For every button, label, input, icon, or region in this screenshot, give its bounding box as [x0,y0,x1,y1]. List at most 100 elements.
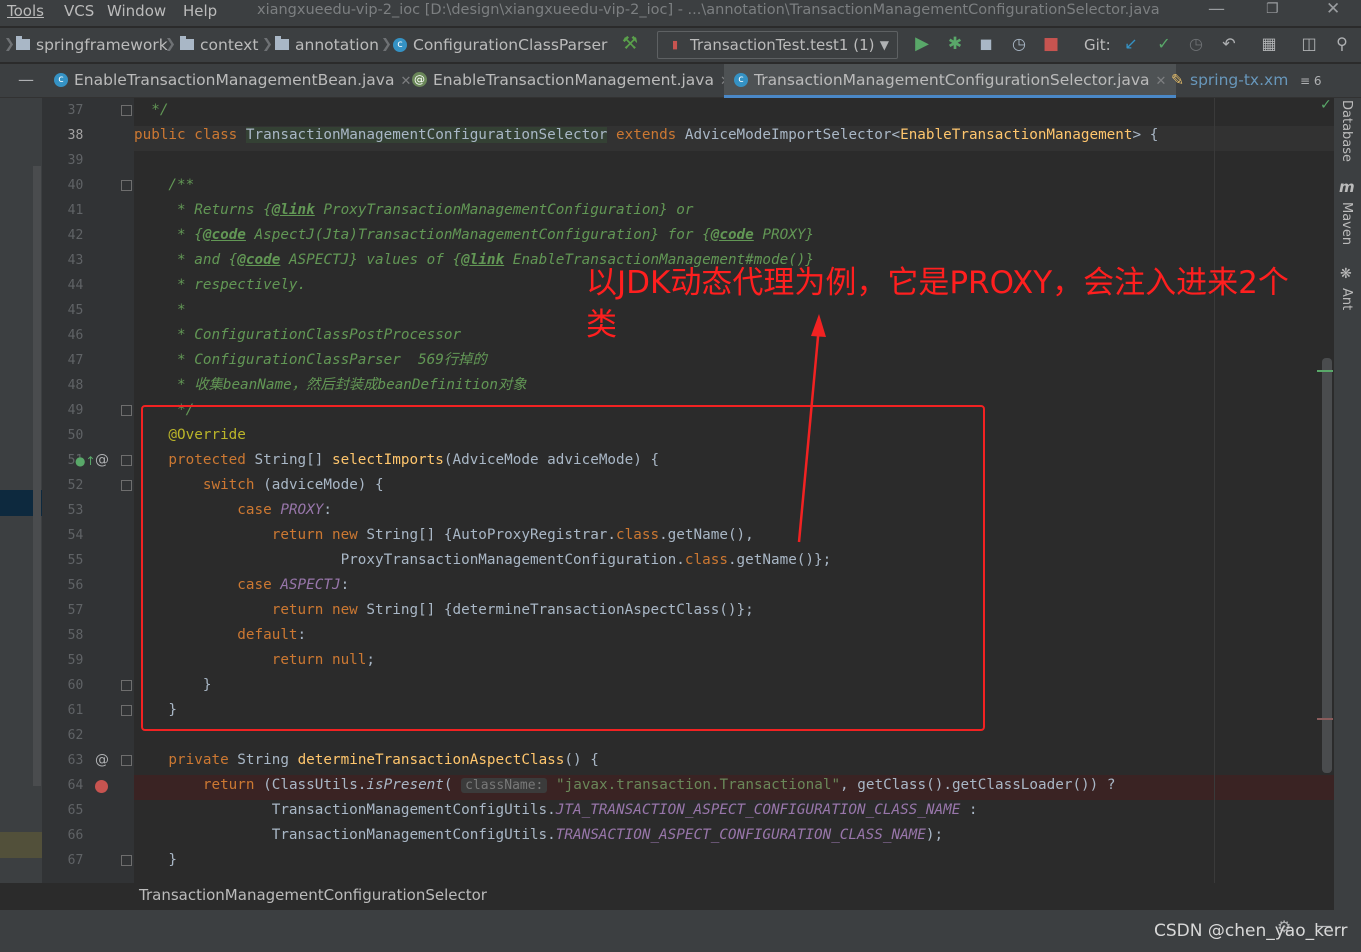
code-line-41: * Returns {@link ProxyTransactionManagem… [134,202,694,218]
coverage-icon[interactable]: ◼ [976,34,996,54]
line-number: 53 [67,503,84,518]
breadcrumb-springframework[interactable]: springframework [16,28,168,62]
class-icon: c [734,72,748,87]
line-number: 44 [67,278,84,293]
run-config-icon: ▮ [672,38,679,51]
close-tab-icon[interactable]: ✕ [1156,74,1167,89]
code-line-66: TransactionManagementConfigUtils.TRANSAC… [134,827,944,843]
tab-overflow-button[interactable]: ≡ 6 [1300,64,1322,98]
line-number: 66 [67,828,84,843]
stop-icon[interactable]: ■ [1041,34,1061,54]
scroll-marker [1317,718,1333,720]
line-number: 40 [67,178,84,193]
tab-transactionmanagementconfigurationselector[interactable]: c TransactionManagementConfigurationSelec… [724,64,1177,98]
navigation-bar: ❯ springframework ❯ context ❯ annotation… [0,28,1361,62]
menu-help[interactable]: Help [183,0,217,22]
git-update-icon[interactable]: ↙ [1121,34,1141,54]
build-hammer-icon[interactable]: ⚒ [620,34,640,54]
code-line-40: /** [134,177,195,193]
minimize-icon[interactable]: — [1208,0,1225,19]
ide-window: Tools VCS Window Help xiangxueedu-vip-2_… [0,0,1361,952]
git-label: Git: [1084,36,1111,54]
close-tab-icon[interactable]: ✕ [400,74,411,89]
code-line-37: */ [134,102,169,118]
line-number: 48 [67,378,84,393]
line-number: 46 [67,328,84,343]
line-number: 39 [67,153,84,168]
database-panel-button[interactable]: Database [1339,100,1354,162]
git-rollback-icon[interactable]: ↶ [1219,34,1239,54]
project-structure-icon[interactable]: ▦ [1259,34,1279,54]
line-number: 56 [67,578,84,593]
run-icon[interactable]: ▶ [912,34,932,54]
line-number: 61 [67,703,84,718]
current-class-label[interactable]: TransactionManagementConfigurationSelect… [139,883,487,908]
code-line-64: return (ClassUtils.isPresent( className:… [134,777,1116,793]
breadcrumb-separator-icon: ❯ [165,37,176,52]
menu-bar: Tools VCS Window Help xiangxueedu-vip-2_… [0,0,1361,26]
fold-marker-icon[interactable] [121,680,132,691]
line-number: 65 [67,803,84,818]
code-line-48: * 收集beanName，然后封装成beanDefinition对象 [134,377,527,393]
project-tool-window-strip [0,98,42,883]
code-line-42: * {@code AspectJ(Jta)TransactionManageme… [134,227,815,243]
project-scrollbar[interactable] [33,166,41,786]
code-line-67: } [134,852,178,868]
line-number: 60 [67,678,84,693]
tab-spring-tx-xml[interactable]: ✎ spring-tx.xm [1171,64,1288,98]
fold-marker-icon[interactable] [121,105,132,116]
annotation-marker-icon[interactable]: @ [95,452,109,468]
line-number: 55 [67,553,84,568]
fold-marker-icon[interactable] [121,855,132,866]
profile-icon[interactable]: ◷ [1009,34,1029,54]
fold-marker-icon[interactable] [121,755,132,766]
right-margin-guide [1214,98,1215,883]
editor-tab-bar: — c EnableTransactionManagementBean.java ✕… [0,64,1361,98]
highlight-box [141,405,985,731]
search-icon[interactable]: ⚲ [1332,34,1352,54]
breadcrumb-configurationclassparser[interactable]: c ConfigurationClassParser [393,28,607,62]
close-icon[interactable]: ✕ [1326,0,1340,19]
menu-window[interactable]: Window [107,0,166,22]
run-configuration-select[interactable]: ▮ TransactionTest.test1 (1) ▼ [657,31,898,59]
debug-icon[interactable]: ✱ [945,34,965,54]
tab-enabletransactionmanagement[interactable]: @EnableTransactionManagement.java✕ [412,64,731,98]
line-number: 57 [67,603,84,618]
code-line-63: private String determineTransactionAspec… [134,752,599,768]
tab-enabletransactionmanagementbean[interactable]: c EnableTransactionManagementBean.java ✕ [54,64,411,98]
breadcrumb-annotation[interactable]: annotation [275,28,379,62]
breakpoint-icon[interactable] [95,780,108,793]
maximize-icon[interactable]: ❐ [1266,1,1279,17]
menu-tools[interactable]: Tools [7,0,44,22]
chevron-down-icon: ▼ [879,38,889,52]
folder-icon [16,36,30,50]
highlighted-project-row[interactable] [0,832,42,858]
breadcrumb-context[interactable]: context [180,28,258,62]
fold-marker-icon[interactable] [121,455,132,466]
class-icon: c [393,37,407,52]
fold-marker-icon[interactable] [121,480,132,491]
right-tool-strip: ✓ Database m Maven ❋ Ant [1320,97,1361,910]
maven-panel-button[interactable]: Maven [1339,202,1354,245]
fold-marker-icon[interactable] [121,405,132,416]
line-number: 67 [67,853,84,868]
line-number: 59 [67,653,84,668]
fold-marker-icon[interactable] [121,705,132,716]
git-commit-icon[interactable]: ✓ [1154,34,1174,54]
maven-icon: m [1339,178,1355,196]
breadcrumb-separator-icon: ❯ [262,37,273,52]
menu-vcs[interactable]: VCS [64,0,94,22]
inspection-ok-icon[interactable]: ✓ [1320,97,1332,113]
collapse-icon[interactable]: — [18,64,34,96]
code-line-38: public class TransactionManagementConfig… [134,127,1159,143]
git-history-icon[interactable]: ◷ [1186,34,1206,54]
ant-panel-button[interactable]: Ant [1339,288,1354,310]
editor-scrollbar[interactable] [1322,358,1332,773]
terminal-icon[interactable]: ◫ [1299,34,1319,54]
overrides-marker-icon[interactable]: ●↑ [75,454,96,468]
fold-marker-icon[interactable] [121,180,132,191]
annotation-marker-icon[interactable]: @ [95,752,109,768]
code-line-46: * ConfigurationClassPostProcessor [134,327,462,343]
line-number: 38 [67,128,84,143]
line-number: 62 [67,728,84,743]
